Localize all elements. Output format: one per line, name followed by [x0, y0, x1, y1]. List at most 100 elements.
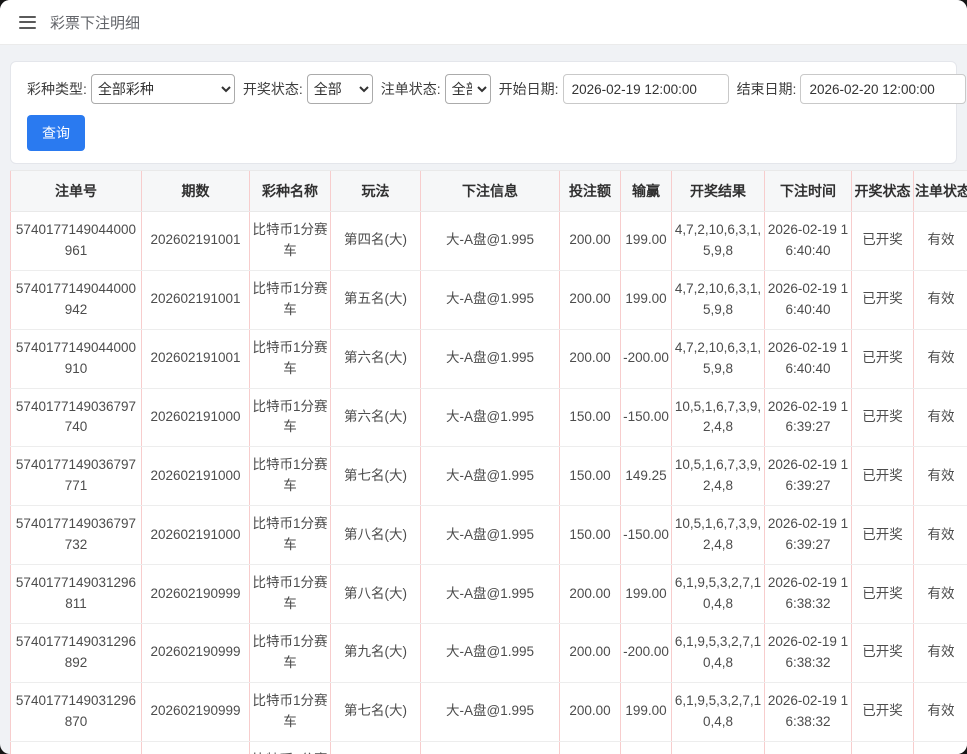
lottery-type-select[interactable]: 全部彩种	[91, 74, 235, 104]
cell-bet-time: 2026-02-19 16:38:32	[765, 565, 852, 624]
cell-period: 202602191000	[142, 388, 250, 447]
cell-lottery-name: 比特币1分赛车	[250, 623, 331, 682]
cell-lottery-name: 比特币1分赛车	[250, 565, 331, 624]
cell-order-status: 有效	[914, 447, 967, 506]
cell-bet-id: 5740177149025603371	[11, 741, 142, 754]
cell-bet-amount: 150.00	[560, 447, 621, 506]
cell-bet-time: 2026-02-19 16:37:36	[765, 741, 852, 754]
cell-order-status: 有效	[914, 329, 967, 388]
cell-draw-status: 已开奖	[852, 506, 914, 565]
cell-bet-info: 大-A盘@1.995	[421, 565, 560, 624]
cell-bet-info: 大-A盘@1.995	[421, 329, 560, 388]
cell-bet-id: 5740177149036797732	[11, 506, 142, 565]
cell-period: 202602191000	[142, 506, 250, 565]
cell-win-loss: 199.00	[621, 212, 672, 271]
filter-panel: 彩种类型: 全部彩种 开奖状态: 全部 注单状态: 全部 开始日期:	[10, 61, 957, 164]
cell-bet-info: 大-A盘@1.995	[421, 270, 560, 329]
cell-win-loss: -200.00	[621, 329, 672, 388]
cell-bet-time: 2026-02-19 16:40:40	[765, 212, 852, 271]
cell-bet-time: 2026-02-19 16:40:40	[765, 270, 852, 329]
lottery-type-label: 彩种类型:	[27, 79, 87, 99]
cell-draw-result: 6,1,9,5,3,2,7,10,4,8	[672, 682, 765, 741]
cell-bet-info: 大-A盘@1.995	[421, 447, 560, 506]
cell-play-type: 第七名(大)	[331, 682, 421, 741]
cell-bet-time: 2026-02-19 16:38:32	[765, 623, 852, 682]
cell-draw-result: 10,5,1,6,7,3,9,2,4,8	[672, 388, 765, 447]
cell-order-status: 有效	[914, 623, 967, 682]
cell-period: 202602191001	[142, 212, 250, 271]
cell-bet-amount: 200.00	[560, 623, 621, 682]
cell-win-loss: 99.50	[621, 741, 672, 754]
cell-lottery-name: 比特币1分赛车	[250, 741, 331, 754]
draw-status-label: 开奖状态:	[243, 79, 303, 99]
cell-bet-info: 大-A盘@1.995	[421, 741, 560, 754]
table-row: 5740177149031296892202602190999比特币1分赛车第九…	[11, 623, 967, 682]
cell-win-loss: 149.25	[621, 447, 672, 506]
query-button[interactable]: 查询	[27, 115, 85, 151]
table-row: 5740177149036797771202602191000比特币1分赛车第七…	[11, 447, 967, 506]
start-date-label: 开始日期:	[499, 79, 559, 99]
bets-table-container: 注单号期数彩种名称玩法下注信息投注额输赢开奖结果下注时间开奖状态注单状态 574…	[10, 170, 967, 754]
cell-order-status: 有效	[914, 388, 967, 447]
column-header-bet-info: 下注信息	[421, 171, 560, 212]
top-bar: 彩票下注明细	[0, 0, 967, 45]
hamburger-menu-icon[interactable]	[19, 16, 36, 29]
cell-lottery-name: 比特币1分赛车	[250, 329, 331, 388]
cell-order-status: 有效	[914, 212, 967, 271]
cell-bet-id: 5740177149031296892	[11, 623, 142, 682]
column-header-period: 期数	[142, 171, 250, 212]
cell-play-type: 第六名(大)	[331, 329, 421, 388]
cell-period: 202602191001	[142, 329, 250, 388]
cell-draw-status: 已开奖	[852, 682, 914, 741]
cell-bet-id: 5740177149044000961	[11, 212, 142, 271]
table-row: 5740177149031296870202602190999比特币1分赛车第七…	[11, 682, 967, 741]
table-header: 注单号期数彩种名称玩法下注信息投注额输赢开奖结果下注时间开奖状态注单状态	[11, 171, 967, 212]
cell-draw-result: 10,5,1,6,7,3,9,2,4,8	[672, 506, 765, 565]
column-header-draw-status: 开奖状态	[852, 171, 914, 212]
cell-win-loss: 199.00	[621, 565, 672, 624]
cell-bet-time: 2026-02-19 16:39:27	[765, 447, 852, 506]
cell-lottery-name: 比特币1分赛车	[250, 270, 331, 329]
cell-draw-result: 4,7,2,10,6,3,1,5,9,8	[672, 329, 765, 388]
column-header-draw-result: 开奖结果	[672, 171, 765, 212]
cell-play-type: 第六名(大)	[331, 388, 421, 447]
table-row: 5740177149044000910202602191001比特币1分赛车第六…	[11, 329, 967, 388]
cell-draw-status: 已开奖	[852, 270, 914, 329]
cell-period: 202602190999	[142, 623, 250, 682]
column-header-win-loss: 输赢	[621, 171, 672, 212]
cell-lottery-name: 比特币1分赛车	[250, 388, 331, 447]
cell-order-status: 有效	[914, 506, 967, 565]
cell-bet-amount: 100.00	[560, 741, 621, 754]
order-status-select[interactable]: 全部	[445, 74, 491, 104]
cell-win-loss: 199.00	[621, 270, 672, 329]
cell-bet-id: 5740177149044000942	[11, 270, 142, 329]
page-title: 彩票下注明细	[50, 12, 140, 33]
cell-win-loss: 199.00	[621, 682, 672, 741]
cell-win-loss: -150.00	[621, 506, 672, 565]
column-header-order-status: 注单状态	[914, 171, 967, 212]
cell-draw-status: 已开奖	[852, 388, 914, 447]
cell-bet-info: 大-A盘@1.995	[421, 212, 560, 271]
cell-bet-time: 2026-02-19 16:38:32	[765, 682, 852, 741]
cell-draw-status: 已开奖	[852, 447, 914, 506]
cell-bet-time: 2026-02-19 16:40:40	[765, 329, 852, 388]
cell-bet-id: 5740177149036797771	[11, 447, 142, 506]
cell-bet-amount: 150.00	[560, 506, 621, 565]
column-header-play-type: 玩法	[331, 171, 421, 212]
end-date-input[interactable]	[800, 74, 966, 104]
column-header-lottery-name: 彩种名称	[250, 171, 331, 212]
cell-play-type: 第七名(大)	[331, 447, 421, 506]
cell-draw-result: 7,3,6,10,2,5,1,4,9,8	[672, 741, 765, 754]
table-row: 5740177149036797732202602191000比特币1分赛车第八…	[11, 506, 967, 565]
cell-play-type: 第四名(大)	[331, 212, 421, 271]
start-date-input[interactable]	[563, 74, 729, 104]
cell-draw-status: 已开奖	[852, 623, 914, 682]
cell-draw-status: 已开奖	[852, 565, 914, 624]
cell-lottery-name: 比特币1分赛车	[250, 506, 331, 565]
draw-status-select[interactable]: 全部	[307, 74, 373, 104]
cell-order-status: 有效	[914, 565, 967, 624]
cell-draw-result: 4,7,2,10,6,3,1,5,9,8	[672, 270, 765, 329]
cell-play-type: 第八名(大)	[331, 565, 421, 624]
cell-draw-status: 已开奖	[852, 329, 914, 388]
app-window: 彩票下注明细 彩种类型: 全部彩种 开奖状态: 全部 注单状态: 全部	[0, 0, 967, 754]
